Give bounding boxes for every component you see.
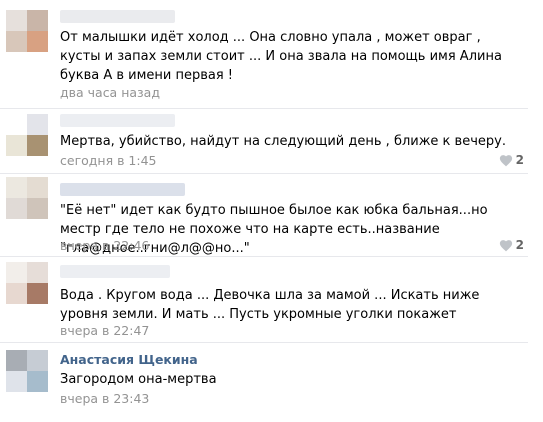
avatar-pixel (6, 198, 27, 219)
like-button[interactable]: 2 (499, 238, 524, 252)
comment-item: Вода . Кругом вода ... Девочка шла за ма… (0, 256, 528, 343)
comment-item: От малышки идёт холод ... Она словно упа… (0, 0, 528, 109)
comment-time[interactable]: вчера в 22:46 (60, 238, 149, 253)
avatar-pixel (27, 198, 48, 219)
avatar[interactable] (6, 262, 48, 304)
author-name-blurred[interactable] (60, 114, 175, 127)
avatar-pixel (6, 283, 27, 304)
avatar-pixel (27, 177, 48, 198)
avatar-pixel (27, 371, 48, 392)
author-name[interactable]: Анастасия Щекина (60, 352, 198, 367)
comment-time[interactable]: вчера в 22:47 (60, 323, 149, 338)
author-name-blurred[interactable] (60, 265, 170, 278)
avatar-pixel (6, 31, 27, 52)
comment-text: От малышки идёт холод ... Она словно упа… (60, 30, 502, 83)
avatar-pixel (27, 114, 48, 135)
heart-icon (499, 154, 512, 166)
author-name-blurred[interactable] (60, 183, 185, 196)
comment-time[interactable]: два часа назад (60, 85, 160, 100)
avatar-pixel (6, 177, 27, 198)
avatar-pixel (6, 350, 27, 371)
avatar-pixel (6, 371, 27, 392)
like-count: 2 (515, 238, 524, 252)
avatar-pixel (6, 114, 27, 135)
avatar-pixel (27, 135, 48, 156)
heart-icon (499, 239, 512, 251)
comment-item: Мертва, убийство, найдут на следующий де… (0, 108, 528, 174)
comment-item: Анастасия Щекина Загородом она-мертва вч… (0, 342, 528, 422)
comment-time[interactable]: сегодня в 1:45 (60, 153, 157, 168)
avatar-pixel (6, 10, 27, 31)
avatar[interactable] (6, 350, 48, 392)
like-count: 2 (515, 153, 524, 167)
avatar[interactable] (6, 114, 48, 156)
comment-text: Загородом она-мертва (60, 372, 217, 387)
avatar-pixel (27, 262, 48, 283)
comment-time[interactable]: вчера в 23:43 (60, 391, 149, 406)
avatar-pixel (27, 31, 48, 52)
like-button[interactable]: 2 (499, 153, 524, 167)
avatar-pixel (6, 262, 27, 283)
avatar-pixel (6, 135, 27, 156)
avatar-pixel (27, 283, 48, 304)
avatar-pixel (27, 10, 48, 31)
avatar-pixel (27, 350, 48, 371)
comment-text: Вода . Кругом вода ... Девочка шла за ма… (60, 288, 480, 322)
author-name-blurred[interactable] (60, 10, 175, 23)
avatar[interactable] (6, 177, 48, 219)
comment-text: Мертва, убийство, найдут на следующий де… (60, 134, 506, 149)
comment-item: "Её нет" идет как будто пышное былое как… (0, 173, 528, 257)
avatar[interactable] (6, 10, 48, 52)
